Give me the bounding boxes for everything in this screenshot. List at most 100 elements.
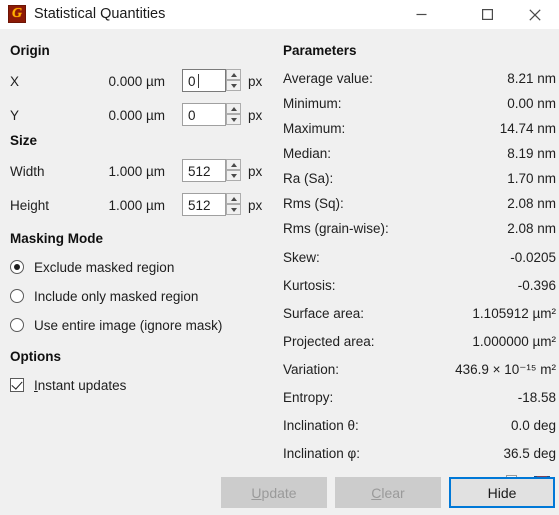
radio-include-only-masked-region[interactable]: Include only masked region — [10, 285, 198, 307]
clear-button-label: Clear — [371, 485, 404, 501]
size-width-unit: px — [248, 164, 263, 179]
radio-label: Exclude masked region — [34, 259, 175, 275]
radio-label: Include only masked region — [34, 288, 199, 304]
size-width-value: 512 — [188, 164, 211, 179]
param-label-average-value: Average value: — [283, 71, 373, 86]
radio-icon — [10, 260, 24, 274]
size-height-step-up[interactable] — [226, 193, 241, 204]
origin-x-step-up[interactable] — [226, 69, 241, 80]
clear-accel: C — [371, 484, 382, 501]
param-label-variation: Variation: — [283, 362, 340, 377]
text-caret — [198, 74, 199, 88]
origin-x-step-down[interactable] — [226, 80, 241, 91]
update-accel: U — [251, 484, 262, 501]
param-value-kurtosis: -0.396 — [517, 278, 556, 293]
options-heading: Options — [10, 349, 61, 364]
param-value-rms-sq: 2.08 nm — [507, 196, 556, 211]
origin-x-metric: 0.000 µm — [108, 74, 165, 89]
clear-button[interactable]: Clear — [335, 477, 441, 508]
size-width-step-up[interactable] — [226, 159, 241, 170]
caret-up-icon — [230, 72, 237, 77]
caret-down-icon — [230, 173, 237, 178]
title-bar: G Statistical Quantities — [0, 0, 559, 29]
origin-y-value: 0 — [188, 108, 196, 123]
origin-x-input[interactable]: 0 — [182, 69, 226, 92]
param-value-ra-sa: 1.70 nm — [507, 171, 556, 186]
param-label-inclination-phi: Inclination φ: — [283, 446, 361, 461]
caret-down-icon — [230, 83, 237, 88]
origin-y-input[interactable]: 0 — [182, 103, 226, 126]
param-value-maximum: 14.74 nm — [499, 121, 556, 136]
origin-y-step-up[interactable] — [226, 103, 241, 114]
window-title: Statistical Quantities — [34, 6, 166, 22]
param-value-inclination-phi: 36.5 deg — [503, 446, 556, 461]
origin-heading: Origin — [10, 43, 50, 58]
close-icon — [529, 8, 541, 21]
param-value-variation: 436.9 × 10⁻¹⁵ m² — [455, 362, 556, 377]
app-icon-glyph: G — [11, 6, 23, 21]
radio-label: Use entire image (ignore mask) — [34, 317, 223, 333]
param-label-inclination-theta: Inclination θ: — [283, 418, 359, 433]
param-label-entropy: Entropy: — [283, 390, 334, 405]
param-label-projected-area: Projected area: — [283, 334, 375, 349]
param-value-minimum: 0.00 nm — [507, 96, 556, 111]
size-heading: Size — [10, 133, 38, 148]
minimize-button[interactable] — [398, 0, 444, 29]
size-width-step-down[interactable] — [226, 170, 241, 181]
close-button[interactable] — [512, 0, 558, 29]
origin-x-unit: px — [248, 74, 263, 89]
checkbox-label: Instant updates — [34, 378, 126, 393]
origin-x-value: 0 — [188, 74, 196, 89]
size-width-stepper[interactable] — [226, 159, 241, 182]
caret-up-icon — [230, 106, 237, 111]
size-width-input[interactable]: 512 — [182, 159, 226, 182]
size-width-label: Width — [10, 164, 45, 179]
size-width-metric: 1.000 µm — [108, 164, 165, 179]
origin-y-stepper[interactable] — [226, 103, 241, 126]
radio-use-entire-image[interactable]: Use entire image (ignore mask) — [10, 314, 222, 336]
update-button[interactable]: Update — [221, 477, 327, 508]
param-value-median: 8.19 nm — [507, 146, 556, 161]
parameters-heading: Parameters — [283, 43, 357, 58]
hide-button-label: Hide — [487, 484, 517, 501]
origin-x-stepper[interactable] — [226, 69, 241, 92]
size-height-stepper[interactable] — [226, 193, 241, 216]
param-label-maximum: Maximum: — [283, 121, 346, 136]
param-label-ra-sa: Ra (Sa): — [283, 171, 334, 186]
param-value-average-value: 8.21 nm — [507, 71, 556, 86]
gwyddion-icon: G — [8, 5, 26, 23]
size-height-input[interactable]: 512 — [182, 193, 226, 216]
checkbox-label-rest: nstant updates — [37, 377, 127, 393]
param-label-minimum: Minimum: — [283, 96, 342, 111]
update-rest: pdate — [261, 484, 297, 501]
update-button-label: Update — [251, 485, 296, 501]
param-label-skew: Skew: — [283, 250, 320, 265]
origin-y-step-down[interactable] — [226, 114, 241, 125]
origin-y-unit: px — [248, 108, 263, 123]
param-value-inclination-theta: 0.0 deg — [510, 418, 556, 433]
maximize-button[interactable] — [464, 0, 510, 29]
size-height-label: Height — [10, 198, 50, 213]
size-height-step-down[interactable] — [226, 204, 241, 215]
maximize-icon — [481, 9, 493, 21]
radio-icon — [10, 289, 24, 303]
param-value-entropy: -18.58 — [517, 390, 556, 405]
dialog-content: Origin X 0.000 µm 0 px Y 0.000 µm 0 px S… — [0, 29, 559, 515]
param-label-surface-area: Surface area: — [283, 306, 365, 321]
radio-exclude-masked-region[interactable]: Exclude masked region — [10, 256, 174, 278]
param-label-kurtosis: Kurtosis: — [283, 278, 336, 293]
param-label-rms-sq: Rms (Sq): — [283, 196, 344, 211]
origin-x-label: X — [10, 74, 20, 89]
minimize-icon — [416, 13, 426, 16]
param-value-skew: -0.0205 — [510, 250, 556, 265]
checkbox-icon — [10, 378, 24, 392]
hide-button[interactable]: Hide — [449, 477, 555, 508]
clear-rest: lear — [381, 484, 405, 501]
origin-y-metric: 0.000 µm — [108, 108, 165, 123]
param-value-rms-grain-wise: 2.08 nm — [507, 221, 556, 236]
size-height-value: 512 — [188, 198, 211, 213]
caret-down-icon — [230, 117, 237, 122]
caret-down-icon — [230, 207, 237, 212]
origin-y-label: Y — [10, 108, 20, 123]
checkbox-instant-updates[interactable]: Instant updates — [10, 374, 126, 396]
